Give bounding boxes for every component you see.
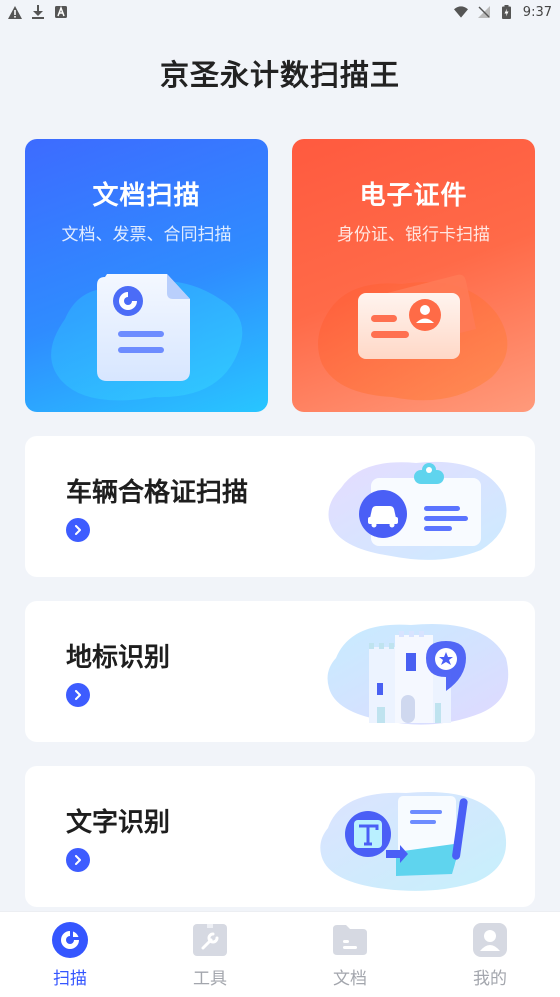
text-recognition-card[interactable]: 文字识别 xyxy=(25,766,535,907)
nav-label-scan: 扫描 xyxy=(53,969,87,989)
download-icon xyxy=(31,5,45,19)
chevron-right-icon xyxy=(75,525,81,535)
e-id-card[interactable]: 电子证件 身份证、银行卡扫描 xyxy=(292,139,535,412)
landmark-recognition-card[interactable]: 地标识别 xyxy=(25,601,535,742)
nav-tab-tools[interactable]: 工具 xyxy=(165,922,255,989)
bottom-nav: 扫描 工具 文档 我的 xyxy=(0,912,560,997)
nav-label-tools: 工具 xyxy=(193,969,227,989)
text-recognition-illustration xyxy=(320,792,507,891)
status-left xyxy=(8,5,68,19)
landmark-recognition-arrow-button[interactable] xyxy=(66,683,90,707)
a-badge-icon xyxy=(54,5,68,19)
e-id-illustration xyxy=(318,274,508,401)
e-id-title: 电子证件 xyxy=(359,181,468,211)
nav-label-mine: 我的 xyxy=(473,969,507,989)
user-icon xyxy=(472,922,508,958)
vehicle-certificate-arrow-button[interactable] xyxy=(66,518,90,542)
text-recognition-title: 文字识别 xyxy=(66,808,171,838)
chevron-right-icon xyxy=(75,690,81,700)
status-right: 9:37 xyxy=(453,4,552,20)
signal-icon xyxy=(477,5,491,19)
battery-icon xyxy=(500,5,514,19)
vehicle-certificate-title: 车辆合格证扫描 xyxy=(66,478,249,508)
document-scan-subtitle: 文档、发票、合同扫描 xyxy=(61,225,232,245)
warning-icon xyxy=(8,5,22,19)
scan-tab-icon xyxy=(52,922,88,958)
folder-icon xyxy=(332,922,368,958)
e-id-subtitle: 身份证、银行卡扫描 xyxy=(337,225,490,245)
nav-label-documents: 文档 xyxy=(333,969,367,989)
document-scan-card[interactable]: 文档扫描 文档、发票、合同扫描 xyxy=(25,139,268,412)
landmark-recognition-title: 地标识别 xyxy=(66,643,171,673)
document-scan-illustration xyxy=(51,274,243,401)
nav-tab-documents[interactable]: 文档 xyxy=(305,922,395,989)
app-title: 京圣永计数扫描王 xyxy=(159,58,400,92)
wifi-icon xyxy=(453,5,468,19)
nav-tab-mine[interactable]: 我的 xyxy=(445,922,535,989)
car-certificate-illustration xyxy=(328,461,507,560)
landmark-illustration xyxy=(327,623,509,725)
document-scan-title: 文档扫描 xyxy=(92,181,201,211)
chevron-right-icon xyxy=(75,855,81,865)
text-recognition-arrow-button[interactable] xyxy=(66,848,90,872)
status-time: 9:37 xyxy=(522,4,552,20)
vehicle-certificate-card[interactable]: 车辆合格证扫描 xyxy=(25,436,535,577)
status-bar: 9:37 xyxy=(0,0,560,24)
nav-tab-scan[interactable]: 扫描 xyxy=(25,922,115,989)
wrench-icon xyxy=(192,922,228,958)
